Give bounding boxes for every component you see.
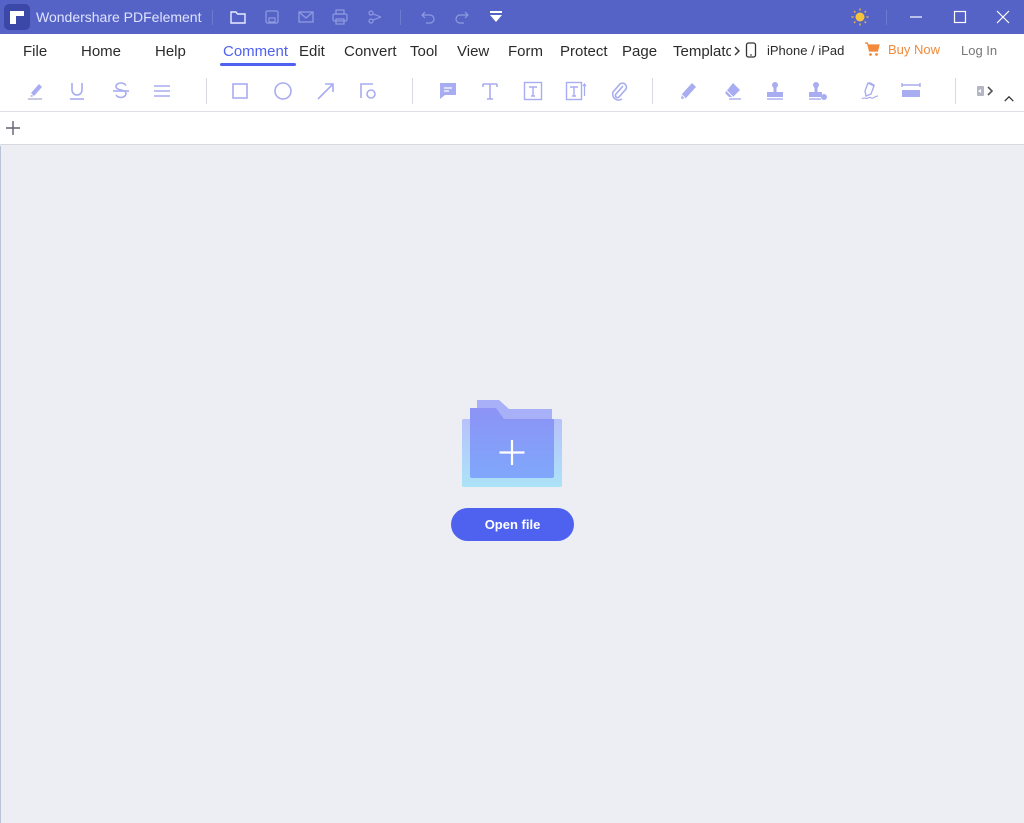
shapes-more-icon[interactable]	[356, 78, 382, 104]
typewriter-icon[interactable]	[477, 78, 503, 104]
menu-help[interactable]: Help	[155, 43, 186, 60]
menu-template[interactable]: Templatс	[673, 43, 731, 60]
email-icon[interactable]	[296, 7, 316, 27]
menu-edit[interactable]: Edit	[299, 43, 325, 60]
menu-form[interactable]: Form	[508, 43, 543, 60]
cart-icon	[865, 42, 880, 56]
new-tab-plus-icon[interactable]	[4, 119, 22, 137]
customize-quick-access-icon[interactable]	[486, 7, 506, 27]
arrow-icon[interactable]	[313, 78, 339, 104]
title-divider	[212, 10, 213, 25]
collapse-ribbon-icon[interactable]	[999, 90, 1019, 106]
close-icon[interactable]	[993, 7, 1013, 27]
underline-icon[interactable]	[64, 78, 90, 104]
save-icon[interactable]	[262, 7, 282, 27]
text-box-icon[interactable]	[520, 78, 546, 104]
redo-icon[interactable]	[452, 7, 472, 27]
text-markup-more-icon[interactable]	[149, 78, 175, 104]
stamp-icon[interactable]	[762, 78, 788, 104]
oval-icon[interactable]	[270, 78, 296, 104]
signature-icon[interactable]	[857, 78, 883, 104]
app-logo-icon	[4, 4, 30, 30]
text-callout-icon[interactable]	[563, 78, 589, 104]
iphone-ipad-link[interactable]: iPhone / iPad	[744, 42, 844, 58]
eraser-icon[interactable]	[719, 78, 745, 104]
print-icon[interactable]	[330, 7, 350, 27]
toolbar-divider	[206, 78, 207, 104]
title-divider	[400, 10, 401, 25]
toolbar-divider	[412, 78, 413, 104]
menu-convert[interactable]: Convert	[344, 43, 397, 60]
sticky-note-icon[interactable]	[435, 78, 461, 104]
toolbar-divider	[652, 78, 653, 104]
maximize-icon[interactable]	[950, 7, 970, 27]
title-bar: Wondershare PDFelement	[0, 0, 1024, 34]
log-in-link[interactable]: Log In	[961, 43, 997, 58]
minimize-icon[interactable]	[906, 7, 926, 27]
menu-scroll-right-icon[interactable]	[733, 45, 741, 57]
pencil-icon[interactable]	[676, 78, 702, 104]
iphone-ipad-label: iPhone / iPad	[767, 42, 845, 58]
buy-now-label: Buy Now	[888, 42, 941, 57]
active-tab-indicator	[220, 63, 296, 66]
app-title: Wondershare PDFelement	[36, 9, 202, 25]
open-folder-icon[interactable]	[228, 7, 248, 27]
phone-icon	[745, 42, 757, 58]
menu-protect[interactable]: Protect	[560, 43, 608, 60]
menu-home[interactable]: Home	[81, 43, 121, 60]
document-tab-strip	[0, 112, 1024, 145]
highlight-icon[interactable]	[23, 78, 49, 104]
menu-file[interactable]: File	[23, 43, 47, 60]
share-icon[interactable]	[365, 7, 385, 27]
menu-view[interactable]: View	[457, 43, 489, 60]
theme-sun-icon[interactable]	[850, 7, 870, 27]
attachment-icon[interactable]	[606, 78, 632, 104]
buy-now-button[interactable]: Buy Now	[864, 42, 940, 57]
show-hide-comments-icon[interactable]	[972, 78, 998, 104]
strikethrough-icon[interactable]	[108, 78, 134, 104]
toolbar-divider	[955, 78, 956, 104]
rectangle-icon[interactable]	[227, 78, 253, 104]
open-file-button[interactable]: Open file	[451, 508, 574, 541]
menu-page[interactable]: Page	[622, 43, 657, 60]
title-divider	[886, 10, 887, 25]
undo-icon[interactable]	[418, 7, 438, 27]
custom-stamp-icon[interactable]	[805, 78, 831, 104]
comment-toolbar	[0, 70, 1024, 170]
menu-comment[interactable]: Comment	[223, 43, 288, 60]
measure-icon[interactable]	[898, 78, 924, 104]
menu-tool[interactable]: Tool	[410, 43, 438, 60]
open-folder-illustration-icon[interactable]	[462, 400, 562, 488]
